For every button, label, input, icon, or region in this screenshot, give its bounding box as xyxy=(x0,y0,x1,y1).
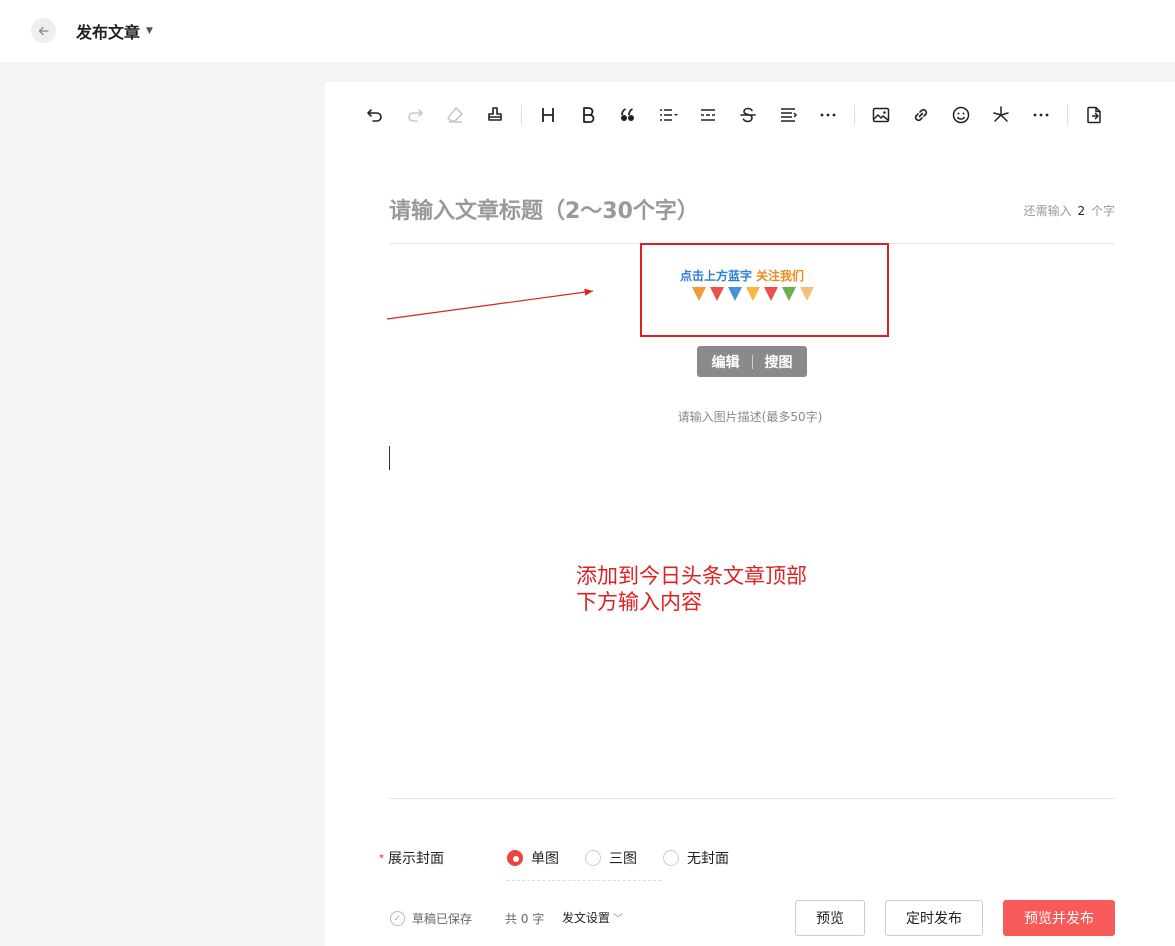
page-title-text: 发布文章 xyxy=(76,23,141,42)
cover-option-label: 单图 xyxy=(531,851,559,867)
edit-image-button[interactable]: 编辑 xyxy=(700,352,752,372)
cover-dash-divider xyxy=(507,880,661,881)
bunting-flag xyxy=(692,287,706,301)
chevron-down-icon: ﹀ xyxy=(613,914,624,925)
bunting-flag xyxy=(728,287,742,301)
text-cursor xyxy=(389,446,390,470)
banner-orange-text: 关注我们 xyxy=(756,269,805,283)
cover-option-label: 无封面 xyxy=(687,851,729,867)
arrow-left-icon[interactable] xyxy=(31,18,56,43)
cover-option-single[interactable]: 单图 xyxy=(507,848,559,868)
preview-and-publish-button[interactable]: 预览并发布 xyxy=(1003,900,1115,936)
word-count: 共 0 字 xyxy=(505,912,545,926)
bunting-flags xyxy=(692,287,814,301)
image-description-input[interactable]: 请输入图片描述(最多50字) xyxy=(325,408,1175,425)
radio-dot[interactable] xyxy=(585,850,601,866)
image-actions: 编辑 搜图 xyxy=(697,346,807,377)
cover-option-triple[interactable]: 三图 xyxy=(585,848,637,868)
schedule-publish-button[interactable]: 定时发布 xyxy=(885,900,983,936)
preview-button[interactable]: 预览 xyxy=(795,900,865,936)
bunting-flag xyxy=(710,287,724,301)
bunting-flag xyxy=(746,287,760,301)
bunting-flag xyxy=(764,287,778,301)
cover-label-text: 展示封面 xyxy=(388,851,444,867)
footer-bar: ✓ 草稿已保存 共 0 字 发文设置 ﹀ 预览 定时发布 预览并发布 xyxy=(325,898,1175,938)
bunting-flag xyxy=(782,287,796,301)
cover-option-label: 三图 xyxy=(609,851,637,867)
cover-options: * 展示封面 单图 三图 无封面 xyxy=(379,848,755,868)
required-mark: * xyxy=(379,853,384,864)
top-bar: 发布文章 ▼ xyxy=(0,0,1175,62)
cover-label: * 展示封面 xyxy=(379,848,507,868)
editor-panel: 请输入文章标题（2～30个字） 还需输入 2 个字 点击上方蓝字 关注我们 编辑 … xyxy=(325,82,1175,946)
image-block[interactable]: 点击上方蓝字 关注我们 xyxy=(640,243,889,337)
page-title[interactable]: 发布文章 ▼ xyxy=(76,19,153,43)
search-image-button[interactable]: 搜图 xyxy=(753,352,805,372)
check-circle-icon: ✓ xyxy=(390,911,405,926)
banner-text: 点击上方蓝字 关注我们 xyxy=(680,267,804,284)
radio-dot[interactable] xyxy=(663,850,679,866)
radio-dot[interactable] xyxy=(507,850,523,866)
publish-settings-dropdown[interactable]: 发文设置 ﹀ xyxy=(562,909,623,926)
banner-blue-text: 点击上方蓝字 xyxy=(680,269,753,283)
bunting-flag xyxy=(800,287,814,301)
publish-settings-label: 发文设置 xyxy=(562,911,611,925)
content-divider xyxy=(389,798,1115,799)
draft-saved-status: ✓ 草稿已保存 xyxy=(390,910,472,927)
caret-down-icon: ▼ xyxy=(146,26,153,36)
draft-saved-label: 草稿已保存 xyxy=(412,912,473,926)
annotation-text: 添加到今日头条文章顶部 下方输入内容 xyxy=(576,564,807,614)
cover-option-none[interactable]: 无封面 xyxy=(663,848,729,868)
